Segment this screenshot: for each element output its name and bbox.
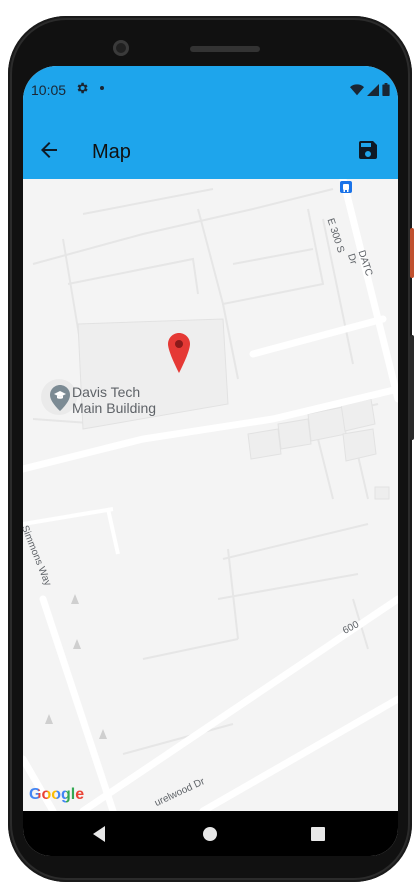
arrow-left-icon[interactable]	[37, 138, 61, 162]
notification-dot	[100, 86, 104, 90]
system-nav-bar	[23, 811, 398, 856]
save-icon[interactable]	[356, 138, 380, 162]
wifi-icon	[350, 83, 364, 101]
front-camera	[113, 40, 129, 56]
status-time: 10:05	[31, 82, 67, 98]
battery-icon	[382, 83, 390, 101]
home-circle-icon[interactable]	[199, 823, 221, 845]
map-tiles	[23, 179, 398, 811]
poi-name-line2: Main Building	[72, 400, 157, 416]
app-bar: Map	[23, 114, 398, 179]
google-attribution[interactable]: Google	[29, 786, 84, 804]
bus-stop-icon[interactable]	[340, 181, 352, 193]
status-bar: 10:05	[23, 66, 398, 114]
device-screen: 10:05 Map E 300 S DATC Dr Davis Tech Mai…	[23, 66, 398, 856]
volume-button	[410, 335, 414, 440]
earpiece-speaker	[190, 46, 260, 52]
map-view[interactable]: E 300 S DATC Dr Davis Tech Main Building…	[23, 179, 398, 811]
status-icons	[350, 83, 390, 101]
poi-name-line1: Davis Tech	[72, 384, 141, 400]
gear-icon	[75, 81, 89, 98]
map-pin-icon[interactable]	[168, 333, 190, 373]
google-logo-text: Google	[29, 786, 85, 803]
recents-square-icon[interactable]	[307, 823, 329, 845]
signal-icon	[367, 83, 379, 101]
poi-label[interactable]: Davis Tech Main Building	[72, 384, 156, 416]
graduation-cap-icon[interactable]	[50, 385, 70, 411]
power-button	[410, 228, 414, 278]
back-triangle-icon[interactable]	[89, 823, 111, 845]
page-title: Map	[92, 141, 131, 163]
